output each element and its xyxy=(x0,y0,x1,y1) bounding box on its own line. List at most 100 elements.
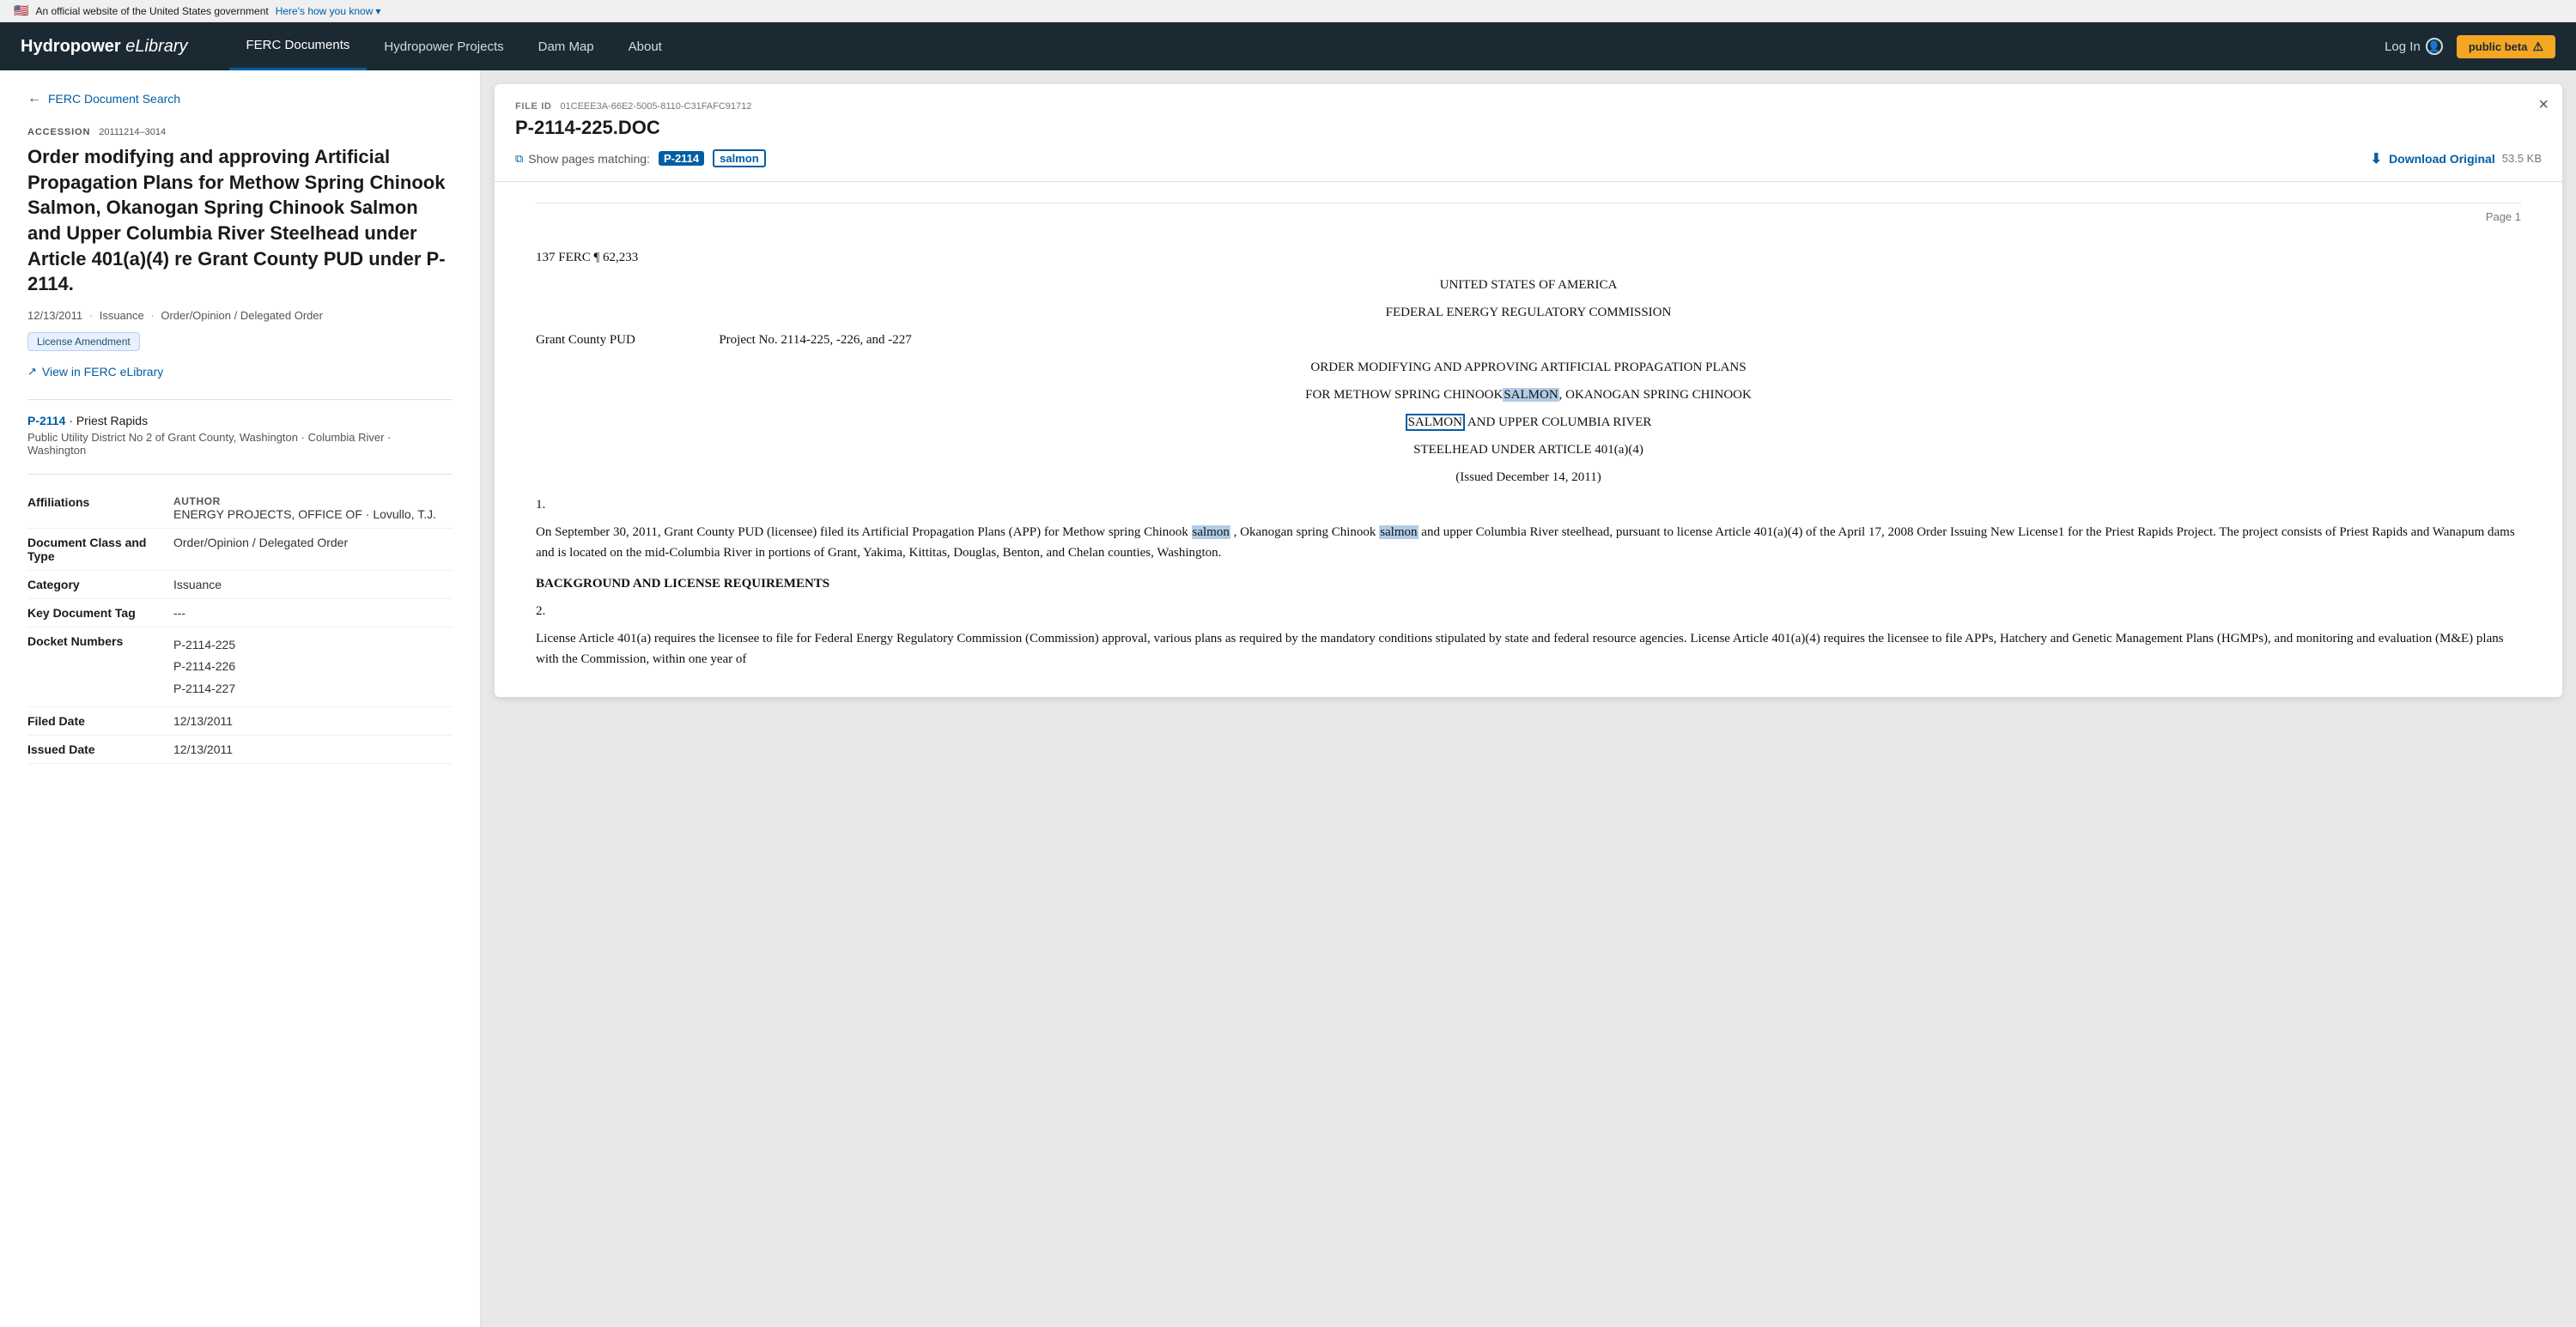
nav-hydropower-projects[interactable]: Hydropower Projects xyxy=(367,22,520,70)
pages-icon: ⧉ xyxy=(515,152,523,166)
page-label: Page 1 xyxy=(536,203,2521,233)
salmon-highlight-4: salmon xyxy=(1379,525,1418,539)
match-tag-p2114[interactable]: P-2114 xyxy=(659,151,704,166)
accession-row: ACCESSION 20111214–3014 xyxy=(27,124,453,137)
doc-category: Order/Opinion / Delegated Order xyxy=(161,309,323,322)
doc-line-7: SALMON AND UPPER COLUMBIA RIVER xyxy=(536,412,2521,433)
back-to-search-link[interactable]: ← FERC Document Search xyxy=(27,91,453,106)
top-nav: Hydropower eLibrary FERC Documents Hydro… xyxy=(0,22,2576,70)
doc-line-3: FEDERAL ENERGY REGULATORY COMMISSION xyxy=(536,302,2521,323)
close-button[interactable]: × xyxy=(2538,96,2549,113)
doc-actions-row: ⧉ Show pages matching: P-2114 salmon ⬇ D… xyxy=(515,149,2542,167)
divider xyxy=(27,399,453,400)
document-viewer-card: × FILE ID 01CEEE3A-66E2-5005-8110-C31FAF… xyxy=(495,84,2562,697)
accession-number: 20111214–3014 xyxy=(99,127,166,137)
project-info: P-2114 · Priest Rapids Public Utility Di… xyxy=(27,414,453,457)
download-icon: ⬇ xyxy=(2371,150,2382,167)
back-link-label: FERC Document Search xyxy=(48,92,180,106)
divider-2 xyxy=(27,474,453,475)
doc-date: 12/13/2011 xyxy=(27,309,82,322)
affiliations-label: Affiliations xyxy=(27,488,173,529)
details-table: Affiliations AUTHOR ENERGY PROJECTS, OFF… xyxy=(27,488,453,764)
doc-line-4: Grant County PUD Project No. 2114-225, -… xyxy=(536,330,2521,350)
user-icon: 👤 xyxy=(2426,38,2443,55)
doc-class-label: Document Class and Type xyxy=(27,529,173,571)
main-layout: ← FERC Document Search ACCESSION 2011121… xyxy=(0,70,2576,1327)
login-label: Log In xyxy=(2385,39,2421,54)
salmon-highlight-2: SALMON xyxy=(1406,414,1465,431)
issued-value: 12/13/2011 xyxy=(173,735,453,763)
nav-about[interactable]: About xyxy=(611,22,679,70)
doc-line-9: (Issued December 14, 2011) xyxy=(536,467,2521,488)
nav-ferc-documents[interactable]: FERC Documents xyxy=(229,22,368,70)
beta-label: public beta xyxy=(2469,40,2528,53)
key-tag-label: Key Document Tag xyxy=(27,599,173,627)
salmon-highlight-1: SALMON xyxy=(1503,388,1558,402)
project-name: Priest Rapids xyxy=(76,414,148,427)
docket-label: Docket Numbers xyxy=(27,627,173,707)
doc-line-6: FOR METHOW SPRING CHINOOKSALMON, OKANOGA… xyxy=(536,385,2521,405)
file-id-label: FILE ID xyxy=(515,101,552,112)
grant-county: Grant County PUD xyxy=(536,333,635,347)
table-row: Category Issuance xyxy=(27,571,453,599)
key-tag-value: --- xyxy=(173,599,453,627)
download-label: Download Original xyxy=(2389,152,2495,166)
view-ferc-link[interactable]: ↗ View in FERC eLibrary xyxy=(27,365,453,379)
filed-value: 12/13/2011 xyxy=(173,706,453,735)
doc-line-2: UNITED STATES OF AMERICA xyxy=(536,275,2521,295)
doc-filename: P-2114-225.DOC xyxy=(515,117,2542,139)
doc-title: Order modifying and approving Artificial… xyxy=(27,144,453,297)
doc-body: 137 FERC ¶ 62,233 UNITED STATES OF AMERI… xyxy=(536,247,2521,670)
file-size: 53.5 KB xyxy=(2502,152,2542,165)
chevron-down-icon: ▾ xyxy=(375,5,380,17)
file-id-row: FILE ID 01CEEE3A-66E2-5005-8110-C31FAFC9… xyxy=(515,98,2542,112)
table-row: Document Class and Type Order/Opinion / … xyxy=(27,529,453,571)
para-num-2: 2. xyxy=(536,601,2521,621)
category-value: Issuance xyxy=(173,571,453,599)
warning-icon: ⚠ xyxy=(2532,39,2543,54)
match-tag-salmon[interactable]: salmon xyxy=(713,149,766,167)
para-1: On September 30, 2011, Grant County PUD … xyxy=(536,522,2521,563)
site-logo[interactable]: Hydropower eLibrary xyxy=(21,37,188,57)
filed-label: Filed Date xyxy=(27,706,173,735)
license-amendment-tag: License Amendment xyxy=(27,332,140,351)
file-id-value: 01CEEE3A-66E2-5005-8110-C31FAFC91712 xyxy=(560,101,751,112)
gov-banner: 🇺🇸 An official website of the United Sta… xyxy=(0,0,2576,22)
left-panel: ← FERC Document Search ACCESSION 2011121… xyxy=(0,70,481,1327)
nav-right: Log In 👤 public beta ⚠ xyxy=(2385,35,2555,58)
login-button[interactable]: Log In 👤 xyxy=(2385,38,2443,55)
how-you-know-text: Here's how you know xyxy=(276,5,374,17)
doc-class-value: Order/Opinion / Delegated Order xyxy=(173,529,453,571)
flag-icon: 🇺🇸 xyxy=(14,3,28,18)
viewer-header: × FILE ID 01CEEE3A-66E2-5005-8110-C31FAF… xyxy=(495,84,2562,182)
table-row: Filed Date 12/13/2011 xyxy=(27,706,453,735)
affiliations-value: AUTHOR ENERGY PROJECTS, OFFICE OF · Lovu… xyxy=(173,488,453,529)
table-row: Docket Numbers P-2114-225 P-2114-226 P-2… xyxy=(27,627,453,707)
doc-type: Issuance xyxy=(100,309,144,322)
table-row: Key Document Tag --- xyxy=(27,599,453,627)
public-beta-badge: public beta ⚠ xyxy=(2457,35,2555,58)
how-you-know-link[interactable]: Here's how you know ▾ xyxy=(276,5,381,17)
table-row: Issued Date 12/13/2011 xyxy=(27,735,453,763)
doc-meta: 12/13/2011 · Issuance · Order/Opinion / … xyxy=(27,309,453,322)
logo-text-italic: eLibrary xyxy=(125,37,187,56)
doc-line-1: 137 FERC ¶ 62,233 xyxy=(536,247,2521,268)
doc-line-5: ORDER MODIFYING AND APPROVING ARTIFICIAL… xyxy=(536,357,2521,378)
docket-values: P-2114-225 P-2114-226 P-2114-227 xyxy=(173,627,453,707)
table-row: Affiliations AUTHOR ENERGY PROJECTS, OFF… xyxy=(27,488,453,529)
para-2: License Article 401(a) requires the lice… xyxy=(536,628,2521,670)
download-button[interactable]: ⬇ Download Original 53.5 KB xyxy=(2371,150,2542,167)
logo-text-main: Hydropower xyxy=(21,37,121,56)
category-label: Category xyxy=(27,571,173,599)
para-num-1: 1. xyxy=(536,494,2521,515)
right-panel: × FILE ID 01CEEE3A-66E2-5005-8110-C31FAF… xyxy=(481,70,2576,1327)
official-text: An official website of the United States… xyxy=(35,5,268,17)
view-ferc-label: View in FERC eLibrary xyxy=(42,365,163,379)
show-pages-link[interactable]: ⧉ Show pages matching: P-2114 salmon xyxy=(515,149,766,167)
doc-line-8: STEELHEAD UNDER ARTICLE 401(a)(4) xyxy=(536,439,2521,460)
accession-label: ACCESSION xyxy=(27,127,90,137)
salmon-highlight-3: salmon xyxy=(1192,525,1230,539)
nav-dam-map[interactable]: Dam Map xyxy=(521,22,611,70)
project-utility: Public Utility District No 2 of Grant Co… xyxy=(27,431,453,457)
project-id-link[interactable]: P-2114 xyxy=(27,414,65,427)
